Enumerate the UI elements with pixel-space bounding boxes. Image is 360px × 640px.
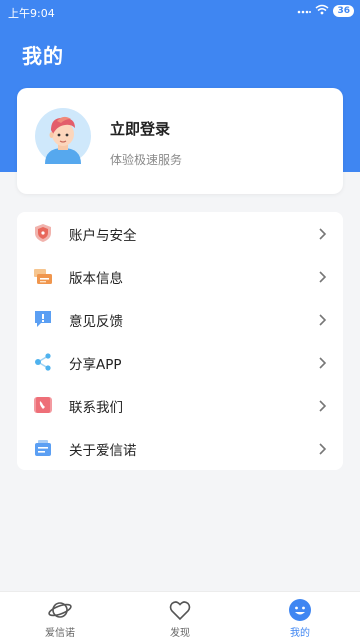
menu-item-version-info[interactable]: 版本信息 (17, 255, 343, 298)
bottom-tab-bar: 爱信诺 发现 我的 (0, 591, 360, 640)
menu-item-feedback[interactable]: 意见反馈 (17, 298, 343, 341)
menu-item-label: 账户与安全 (69, 227, 137, 244)
menu-item-contact-us[interactable]: 联系我们 (17, 384, 343, 427)
settings-menu: 账户与安全 版本信息 意见反馈 分享APP 联系我们 关于爱信诺 (17, 212, 343, 470)
status-icons: 36 (297, 4, 354, 18)
chevron-right-icon (315, 398, 329, 412)
menu-item-label: 版本信息 (69, 270, 123, 287)
chevron-right-icon (315, 226, 329, 240)
menu-item-label: 关于爱信诺 (69, 442, 137, 459)
tab-discover[interactable]: 发现 (120, 592, 240, 640)
signal-dots-icon (297, 5, 312, 18)
login-subtitle: 体验极速服务 (110, 153, 183, 167)
version-info-icon (33, 266, 53, 286)
chevron-right-icon (315, 355, 329, 369)
wifi-icon (315, 4, 329, 18)
tab-label: 爱信诺 (45, 628, 75, 639)
menu-item-account-security[interactable]: 账户与安全 (17, 212, 343, 255)
login-title[interactable]: 立即登录 (110, 118, 170, 139)
about-icon (33, 438, 53, 458)
avatar[interactable] (35, 108, 91, 164)
profile-card[interactable]: 立即登录 体验极速服务 (17, 88, 343, 194)
menu-item-label: 分享APP (69, 356, 122, 373)
tab-home[interactable]: 爱信诺 (0, 592, 120, 640)
status-bar: 上午9:04 36 (0, 0, 360, 24)
battery-indicator: 36 (333, 5, 354, 17)
tab-label: 我的 (290, 628, 310, 639)
phone-icon (33, 395, 53, 415)
chevron-right-icon (315, 441, 329, 455)
menu-item-label: 意见反馈 (69, 313, 123, 330)
planet-icon (48, 598, 72, 622)
feedback-icon (33, 309, 53, 329)
menu-item-label: 联系我们 (69, 399, 123, 416)
shield-icon (33, 223, 53, 243)
menu-item-share-app[interactable]: 分享APP (17, 341, 343, 384)
share-icon (33, 352, 53, 372)
menu-item-about[interactable]: 关于爱信诺 (17, 427, 343, 470)
heart-icon (168, 598, 192, 622)
page-title: 我的 (22, 44, 64, 68)
tab-mine[interactable]: 我的 (240, 592, 360, 640)
chevron-right-icon (315, 312, 329, 326)
smile-face-icon (288, 598, 312, 622)
status-time: 上午9:04 (8, 7, 55, 20)
tab-label: 发现 (170, 628, 190, 639)
chevron-right-icon (315, 269, 329, 283)
